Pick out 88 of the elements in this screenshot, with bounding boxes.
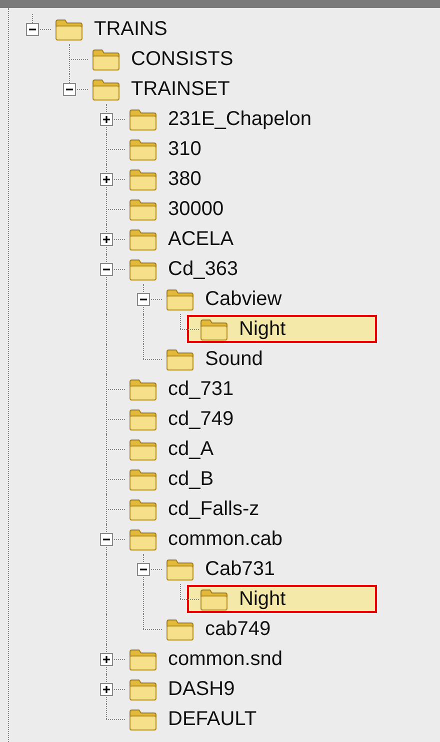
folder-icon bbox=[128, 227, 158, 251]
folder-icon bbox=[165, 557, 195, 581]
folder-label: DEFAULT bbox=[168, 709, 257, 729]
folder-label: TRAINSET bbox=[131, 79, 230, 99]
expand-button[interactable] bbox=[100, 683, 113, 696]
tree-item[interactable]: CONSISTS bbox=[91, 45, 242, 73]
tree-item[interactable]: Cd_363 bbox=[128, 255, 246, 283]
tree-item[interactable]: 310 bbox=[128, 135, 210, 163]
folder-label: cd_Falls-z bbox=[168, 499, 260, 519]
folder-label: Sound bbox=[205, 349, 263, 369]
folder-icon bbox=[128, 677, 158, 701]
tree-item[interactable]: DASH9 bbox=[128, 675, 243, 703]
tree-item[interactable]: cd_A bbox=[128, 435, 222, 463]
folder-icon bbox=[54, 17, 84, 41]
tree-item[interactable]: Cabview bbox=[165, 285, 290, 313]
folder-icon bbox=[91, 77, 121, 101]
folder-icon bbox=[91, 47, 121, 71]
folder-icon bbox=[128, 107, 158, 131]
tree-item[interactable]: TRAINS bbox=[54, 15, 176, 43]
tree-item[interactable]: 30000 bbox=[128, 195, 232, 223]
folder-icon bbox=[128, 377, 158, 401]
folder-label: 30000 bbox=[168, 199, 224, 219]
folder-icon bbox=[199, 587, 229, 611]
tree-item[interactable]: Sound bbox=[165, 345, 271, 373]
folder-label: Cab731 bbox=[205, 559, 276, 579]
folder-icon bbox=[128, 167, 158, 191]
folder-icon bbox=[128, 257, 158, 281]
folder-label: cd_A bbox=[168, 439, 214, 459]
collapse-button[interactable] bbox=[137, 563, 150, 576]
plus-icon bbox=[102, 175, 111, 184]
folder-label: Night bbox=[239, 589, 286, 609]
folder-icon bbox=[165, 617, 195, 641]
tree-item[interactable]: DEFAULT bbox=[128, 705, 265, 733]
tree-item[interactable]: 380 bbox=[128, 165, 210, 193]
folder-label: Cabview bbox=[205, 289, 282, 309]
folder-label: Cd_363 bbox=[168, 259, 238, 279]
folder-icon bbox=[199, 317, 229, 341]
folder-label: CONSISTS bbox=[131, 49, 234, 69]
folder-icon bbox=[128, 707, 158, 731]
folder-label: 380 bbox=[168, 169, 202, 189]
folder-label: cd_B bbox=[168, 469, 214, 489]
folder-icon bbox=[128, 437, 158, 461]
collapse-button[interactable] bbox=[63, 83, 76, 96]
folder-icon bbox=[128, 497, 158, 521]
tree-item[interactable]: common.snd bbox=[128, 645, 290, 673]
expand-button[interactable] bbox=[100, 653, 113, 666]
tree-item[interactable]: common.cab bbox=[128, 525, 290, 553]
folder-icon bbox=[128, 527, 158, 551]
folder-label: cd_749 bbox=[168, 409, 234, 429]
folder-label: 310 bbox=[168, 139, 202, 159]
folder-label: 231E_Chapelon bbox=[168, 109, 312, 129]
folder-icon bbox=[128, 647, 158, 671]
tree-item[interactable]: cab749 bbox=[165, 615, 279, 643]
folder-icon bbox=[128, 197, 158, 221]
tree-item[interactable]: Night bbox=[187, 315, 377, 343]
folder-icon bbox=[165, 347, 195, 371]
expand-button[interactable] bbox=[100, 233, 113, 246]
folder-label: Night bbox=[239, 319, 286, 339]
folder-icon bbox=[128, 407, 158, 431]
tree-item[interactable]: cd_Falls-z bbox=[128, 495, 268, 523]
expand-button[interactable] bbox=[100, 113, 113, 126]
tree-item[interactable]: Night bbox=[187, 585, 377, 613]
tree-item[interactable]: ACELA bbox=[128, 225, 242, 253]
folder-label: common.cab bbox=[168, 529, 282, 549]
folder-label: cab749 bbox=[205, 619, 271, 639]
folder-icon bbox=[128, 467, 158, 491]
plus-icon bbox=[102, 115, 111, 124]
plus-icon bbox=[102, 685, 111, 694]
folder-label: cd_731 bbox=[168, 379, 234, 399]
tree-item[interactable]: cd_B bbox=[128, 465, 222, 493]
expand-button[interactable] bbox=[100, 173, 113, 186]
tree-item[interactable]: Cab731 bbox=[165, 555, 284, 583]
folder-label: common.snd bbox=[168, 649, 282, 669]
collapse-button[interactable] bbox=[100, 533, 113, 546]
folder-label: ACELA bbox=[168, 229, 234, 249]
folder-icon bbox=[128, 137, 158, 161]
plus-icon bbox=[102, 235, 111, 244]
folder-label: DASH9 bbox=[168, 679, 235, 699]
collapse-button[interactable] bbox=[26, 23, 39, 36]
plus-icon bbox=[102, 655, 111, 664]
tree-item[interactable]: TRAINSET bbox=[91, 75, 238, 103]
tree-item[interactable]: 231E_Chapelon bbox=[128, 105, 320, 133]
collapse-button[interactable] bbox=[137, 293, 150, 306]
folder-label: TRAINS bbox=[94, 19, 168, 39]
tree-item[interactable]: cd_731 bbox=[128, 375, 242, 403]
tree-item[interactable]: cd_749 bbox=[128, 405, 242, 433]
collapse-button[interactable] bbox=[100, 263, 113, 276]
folder-icon bbox=[165, 287, 195, 311]
